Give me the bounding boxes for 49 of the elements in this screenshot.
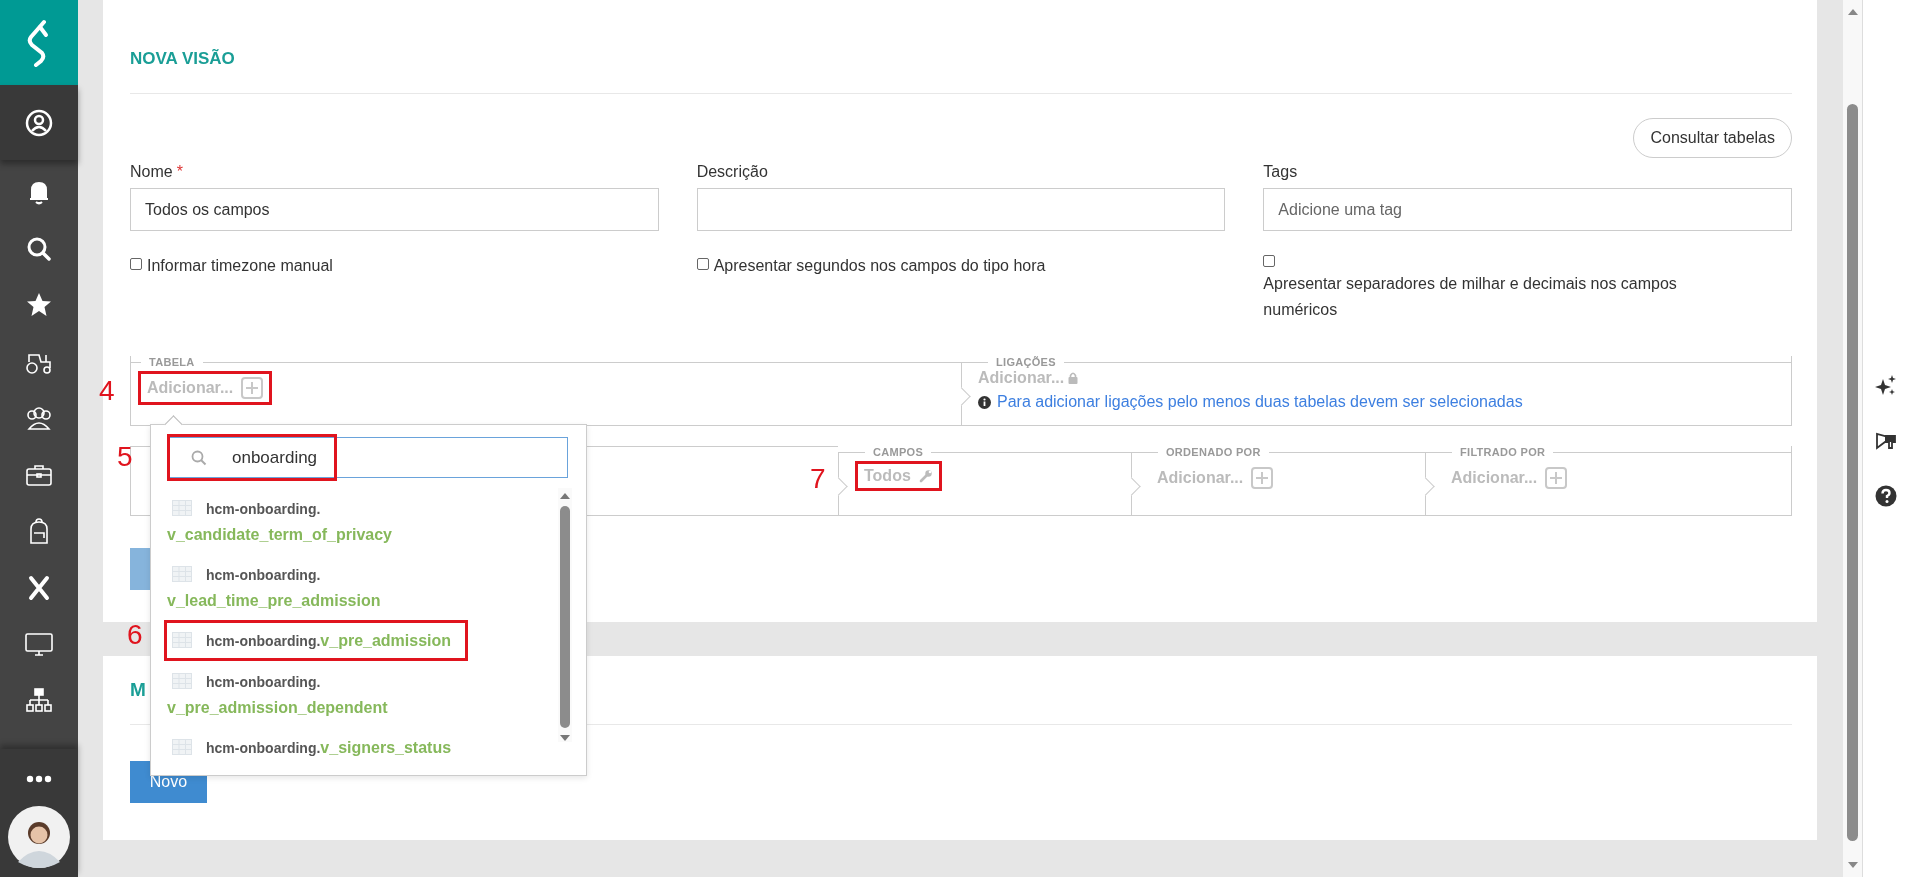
table-option[interactable]: hcm-onboarding. v_lead_time_pre_admission — [164, 554, 522, 620]
checkbox-label: Apresentar segundos nos campos do tipo hora — [713, 256, 1046, 276]
table-option[interactable]: hcm-onboarding. v_pre_admission_dependent — [164, 661, 522, 727]
text-field[interactable]: Todos os campos — [130, 188, 659, 231]
user-icon[interactable] — [25, 108, 53, 137]
scroll-down-icon[interactable] — [559, 734, 571, 742]
checkbox[interactable] — [130, 258, 142, 270]
checkbox-label: Apresentar separadores de milhar e decimais nos campos numéricos — [1263, 274, 1678, 320]
search-icon — [191, 449, 207, 466]
table-icon — [172, 632, 192, 648]
megaphone-icon[interactable] — [1874, 430, 1897, 452]
scroll-up-icon[interactable] — [559, 492, 571, 500]
page-scrollbar[interactable] — [1843, 0, 1862, 877]
field-label: Descrição — [696, 162, 769, 182]
table-icon — [172, 673, 192, 689]
checkbox[interactable] — [1263, 255, 1276, 267]
more-icon[interactable] — [26, 775, 52, 783]
scroll-down-icon[interactable] — [1846, 861, 1859, 869]
step-number: 6 — [127, 620, 143, 650]
page-title: NOVA VISÃO — [130, 48, 236, 70]
scrollbar[interactable] — [558, 488, 572, 742]
section-title: M — [130, 678, 146, 702]
section-label: FILTRADO POR — [1459, 446, 1547, 458]
logo-icon[interactable] — [0, 0, 78, 85]
text-field[interactable]: Adicione uma tag — [1263, 188, 1792, 231]
scroll-up-icon[interactable] — [1846, 8, 1859, 16]
section-label: LIGAÇÕES — [995, 356, 1057, 368]
table-icon — [172, 500, 192, 516]
step-number: 5 — [117, 442, 133, 472]
section-label: CAMPOS — [872, 446, 925, 458]
checkbox[interactable] — [696, 258, 709, 270]
text-field[interactable] — [696, 188, 1226, 231]
table-option[interactable]: hcm-onboarding. v_candidate_term_of_privacy — [164, 488, 522, 554]
info-icon — [978, 395, 991, 409]
search-field[interactable]: onboarding — [169, 437, 568, 478]
table-icon — [172, 566, 192, 582]
info-link[interactable]: Para adicionar ligações pelo menos duas tabelas devem ser selecionadas — [997, 393, 1523, 411]
checkbox-label: Informar timezone manual — [147, 256, 333, 276]
step-number: 4 — [99, 376, 115, 406]
table-icon — [172, 739, 192, 755]
section-label: TABELA — [148, 356, 196, 368]
help-icon[interactable] — [1874, 485, 1897, 507]
consult-tables-button[interactable]: Consultar tabelas — [1633, 118, 1792, 158]
section-label: ORDENADO POR — [1165, 446, 1262, 458]
field-label: Tags — [1263, 162, 1299, 182]
sparkles-icon[interactable] — [1874, 375, 1897, 397]
field-label: Nome * — [130, 162, 184, 182]
step-number: 7 — [810, 464, 826, 494]
user-avatar[interactable] — [8, 806, 70, 868]
